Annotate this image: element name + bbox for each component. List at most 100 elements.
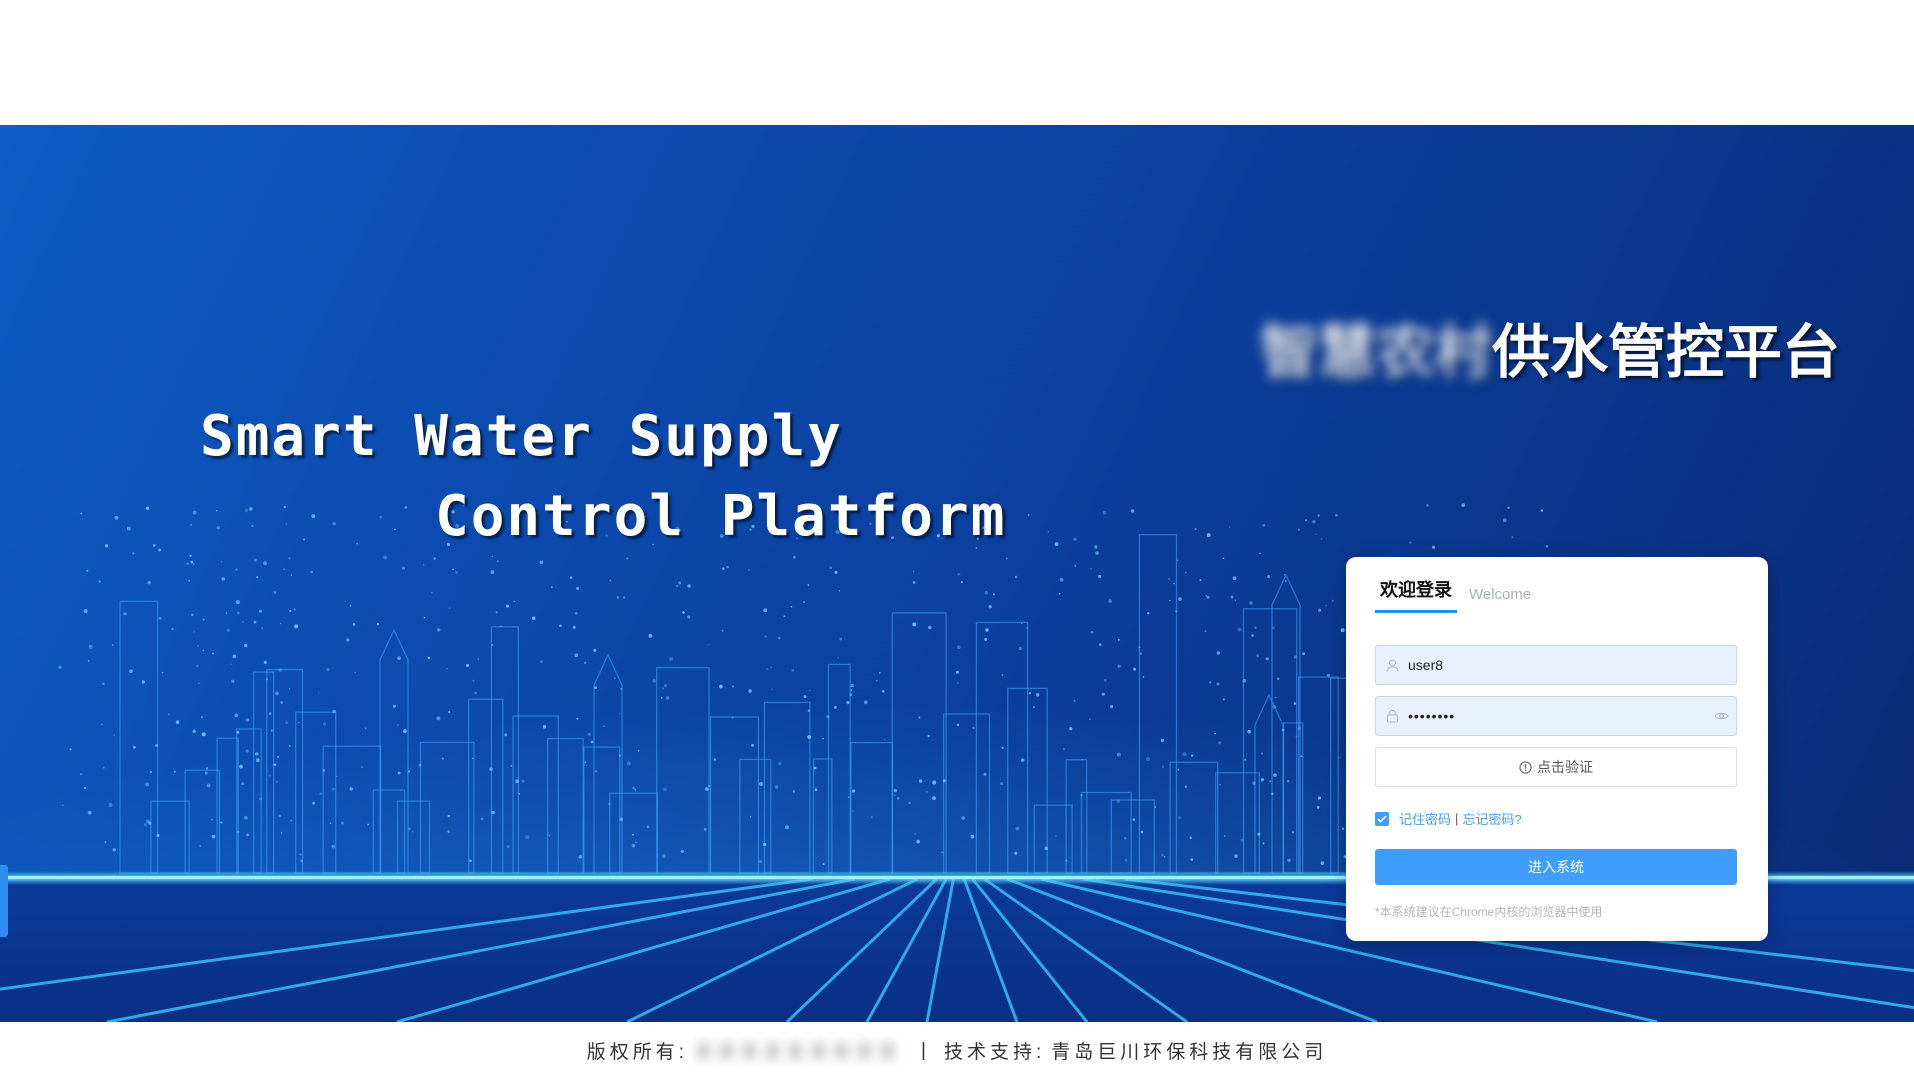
particle-dot (154, 743, 159, 748)
particle-dot (680, 849, 684, 854)
username-field[interactable]: user8 (1375, 645, 1737, 685)
particle-dot (261, 627, 264, 630)
particle-dot (1237, 627, 1242, 632)
particle-dot (251, 524, 254, 528)
particle-dot (234, 713, 239, 718)
particle-dot (469, 859, 472, 863)
particle-dot (1214, 732, 1216, 735)
particle-dot (758, 860, 762, 864)
side-drawer-handle[interactable] (0, 865, 8, 937)
remember-password-link[interactable]: 记住密码 (1399, 809, 1451, 828)
particle-dot (126, 526, 131, 531)
particle-dot (1425, 503, 1429, 507)
particle-dot (1281, 728, 1285, 732)
password-value[interactable]: •••••••• (1408, 708, 1706, 724)
particle-dot (1247, 730, 1251, 734)
enter-system-button[interactable]: 进入系统 (1375, 849, 1737, 885)
forgot-password-link[interactable]: 忘记密码? (1462, 809, 1521, 828)
particle-dot (310, 570, 313, 574)
particle-dot (190, 560, 194, 564)
particle-dot (285, 523, 288, 525)
particle-dot (881, 690, 885, 693)
particle-dot (927, 734, 930, 738)
particle-dot (145, 782, 150, 787)
particle-dot (216, 526, 221, 530)
particle-dot (244, 643, 248, 648)
particle-dot (132, 552, 135, 555)
particle-dot (1262, 842, 1265, 845)
remember-checkbox[interactable] (1375, 811, 1389, 826)
particle-dot (956, 723, 960, 727)
username-value[interactable]: user8 (1408, 657, 1736, 673)
particle-dot (914, 833, 916, 835)
english-title-line-2: Control Platform (435, 484, 1007, 549)
login-card: 欢迎登录 Welcome user8 •••••••• 点击验证 记住密码 | … (1346, 557, 1768, 941)
particle-dot (1317, 796, 1322, 800)
particle-dot (102, 682, 105, 686)
chinese-title: 智慧农村供水管控平台 (1260, 305, 1840, 389)
particle-dot (722, 567, 725, 570)
password-field[interactable]: •••••••• (1375, 696, 1737, 736)
particle-dot (687, 584, 691, 588)
particle-dot (542, 725, 547, 729)
particle-dot (101, 723, 103, 726)
click-verify-button[interactable]: 点击验证 (1375, 747, 1737, 787)
particle-dot (574, 653, 579, 658)
particle-dot (273, 763, 277, 767)
particle-dot (299, 853, 302, 856)
particle-dot (329, 822, 332, 824)
particle-dot (1209, 681, 1212, 684)
particle-dot (332, 709, 336, 714)
particle-dot (863, 700, 868, 705)
particle-dot (1338, 756, 1340, 759)
particle-dot (1240, 838, 1244, 843)
particle-dot (807, 584, 810, 586)
particle-dot (620, 687, 623, 690)
particle-dot (531, 616, 536, 621)
particle-dot (1073, 699, 1076, 702)
particle-dot (875, 679, 878, 682)
particle-dot (298, 721, 300, 724)
particle-dot (87, 810, 92, 815)
particle-dot (637, 750, 640, 752)
particle-dot (1095, 551, 1099, 555)
particle-dot (1224, 835, 1226, 837)
particle-dot (1297, 528, 1301, 531)
particle-dot (197, 645, 199, 647)
particle-dot (646, 825, 650, 829)
particle-dot (376, 623, 380, 626)
particle-dot (1316, 806, 1320, 809)
particle-dot (1327, 673, 1330, 677)
particle-dot (918, 779, 923, 783)
particle-dot (256, 575, 259, 579)
particle-dot (268, 712, 272, 716)
particle-dot (916, 839, 920, 844)
particle-dot (156, 834, 160, 837)
particle-dot (1028, 692, 1031, 695)
tab-welcome-login[interactable]: 欢迎登录 (1375, 576, 1457, 613)
particle-dot (1146, 757, 1150, 762)
particle-dot (726, 565, 729, 569)
particle-dot (983, 772, 987, 776)
particle-dot (1014, 851, 1018, 855)
particle-dot (236, 730, 240, 734)
eye-icon[interactable] (1706, 711, 1736, 721)
particle-dot (708, 785, 711, 787)
particle-dot (660, 697, 663, 699)
particle-dot (1055, 835, 1057, 837)
particle-dot (822, 737, 824, 740)
particle-dot (1027, 514, 1030, 516)
particle-dot (235, 600, 240, 605)
particle-dot (504, 733, 508, 737)
particle-dot (288, 687, 291, 690)
particle-dot (220, 561, 223, 563)
particle-dot (1259, 552, 1261, 555)
particle-dot (626, 557, 629, 560)
particle-dot (770, 666, 772, 669)
particle-dot (665, 696, 670, 700)
particle-dot (192, 562, 195, 565)
particle-dot (1205, 594, 1207, 597)
particle-dot (397, 771, 401, 775)
particle-dot (133, 745, 136, 749)
particle-dot (878, 671, 881, 674)
